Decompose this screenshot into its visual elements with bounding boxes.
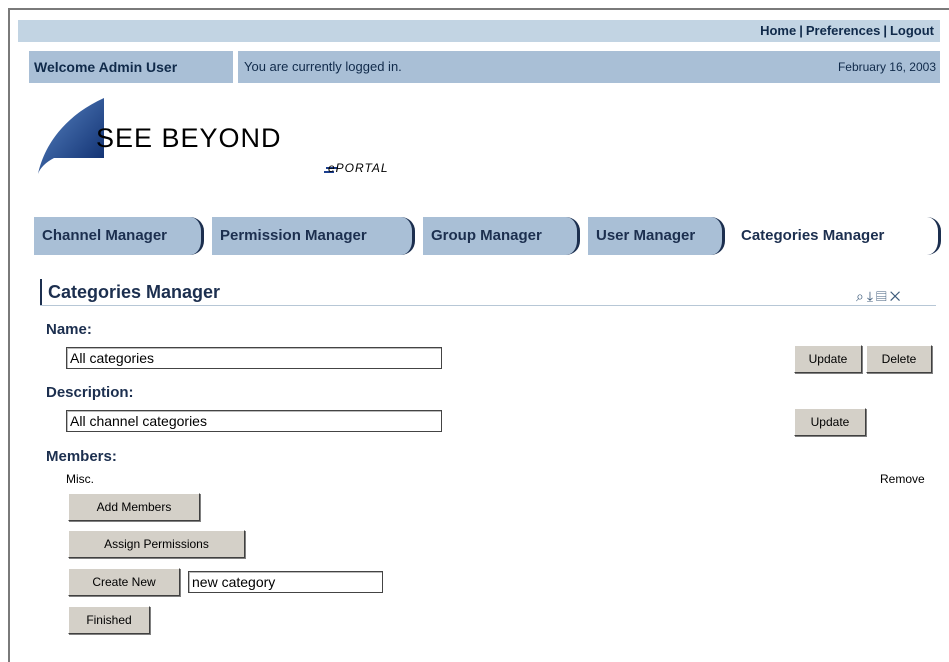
download-icon[interactable]: ⤓ <box>867 288 876 304</box>
tab-group-manager[interactable]: Group Manager <box>423 217 580 255</box>
add-members-button[interactable]: Add Members <box>68 493 200 521</box>
tab-permission-manager[interactable]: Permission Manager <box>212 217 415 255</box>
preferences-link[interactable]: Preferences <box>806 23 880 38</box>
remove-link[interactable]: Remove <box>880 472 925 486</box>
name-field[interactable]: All categories <box>66 347 442 369</box>
status-bar: You are currently logged in. February 16… <box>238 51 940 83</box>
welcome-label: Welcome Admin User <box>29 51 233 83</box>
update-description-button[interactable]: Update <box>794 408 866 436</box>
create-new-button[interactable]: Create New <box>68 568 180 596</box>
tab-categories-manager[interactable]: Categories Manager <box>733 217 941 255</box>
title-divider <box>40 305 936 306</box>
home-link[interactable]: Home <box>760 23 796 38</box>
search-icon[interactable]: ⌕ <box>856 288 867 304</box>
login-status: You are currently logged in. <box>244 59 402 74</box>
separator: | <box>883 23 887 38</box>
update-name-button[interactable]: Update <box>794 345 862 373</box>
product-name: ePORTAL <box>328 161 389 175</box>
members-label: Members: <box>46 448 117 465</box>
brand-name: SEE BEYOND <box>96 123 282 153</box>
description-field[interactable]: All channel categories <box>66 410 442 432</box>
top-nav: Home | Preferences | Logout <box>18 20 940 42</box>
description-label: Description: <box>46 384 134 401</box>
close-icon[interactable]: ✕ <box>890 288 904 304</box>
logout-link[interactable]: Logout <box>890 23 934 38</box>
name-label: Name: <box>46 321 92 338</box>
new-category-field[interactable]: new category <box>188 571 383 593</box>
portlet-title: Categories Manager <box>40 279 220 305</box>
finished-button[interactable]: Finished <box>68 606 150 634</box>
member-item: Misc. <box>66 472 94 486</box>
separator: | <box>799 23 803 38</box>
tab-channel-manager[interactable]: Channel Manager <box>34 217 204 255</box>
delete-button[interactable]: Delete <box>866 345 932 373</box>
edit-icon[interactable]: ▤ <box>876 288 890 304</box>
assign-permissions-button[interactable]: Assign Permissions <box>68 530 245 558</box>
portlet-controls: ⌕⤓▤✕ <box>856 288 903 305</box>
current-date: February 16, 2003 <box>837 60 936 74</box>
tab-user-manager[interactable]: User Manager <box>588 217 725 255</box>
